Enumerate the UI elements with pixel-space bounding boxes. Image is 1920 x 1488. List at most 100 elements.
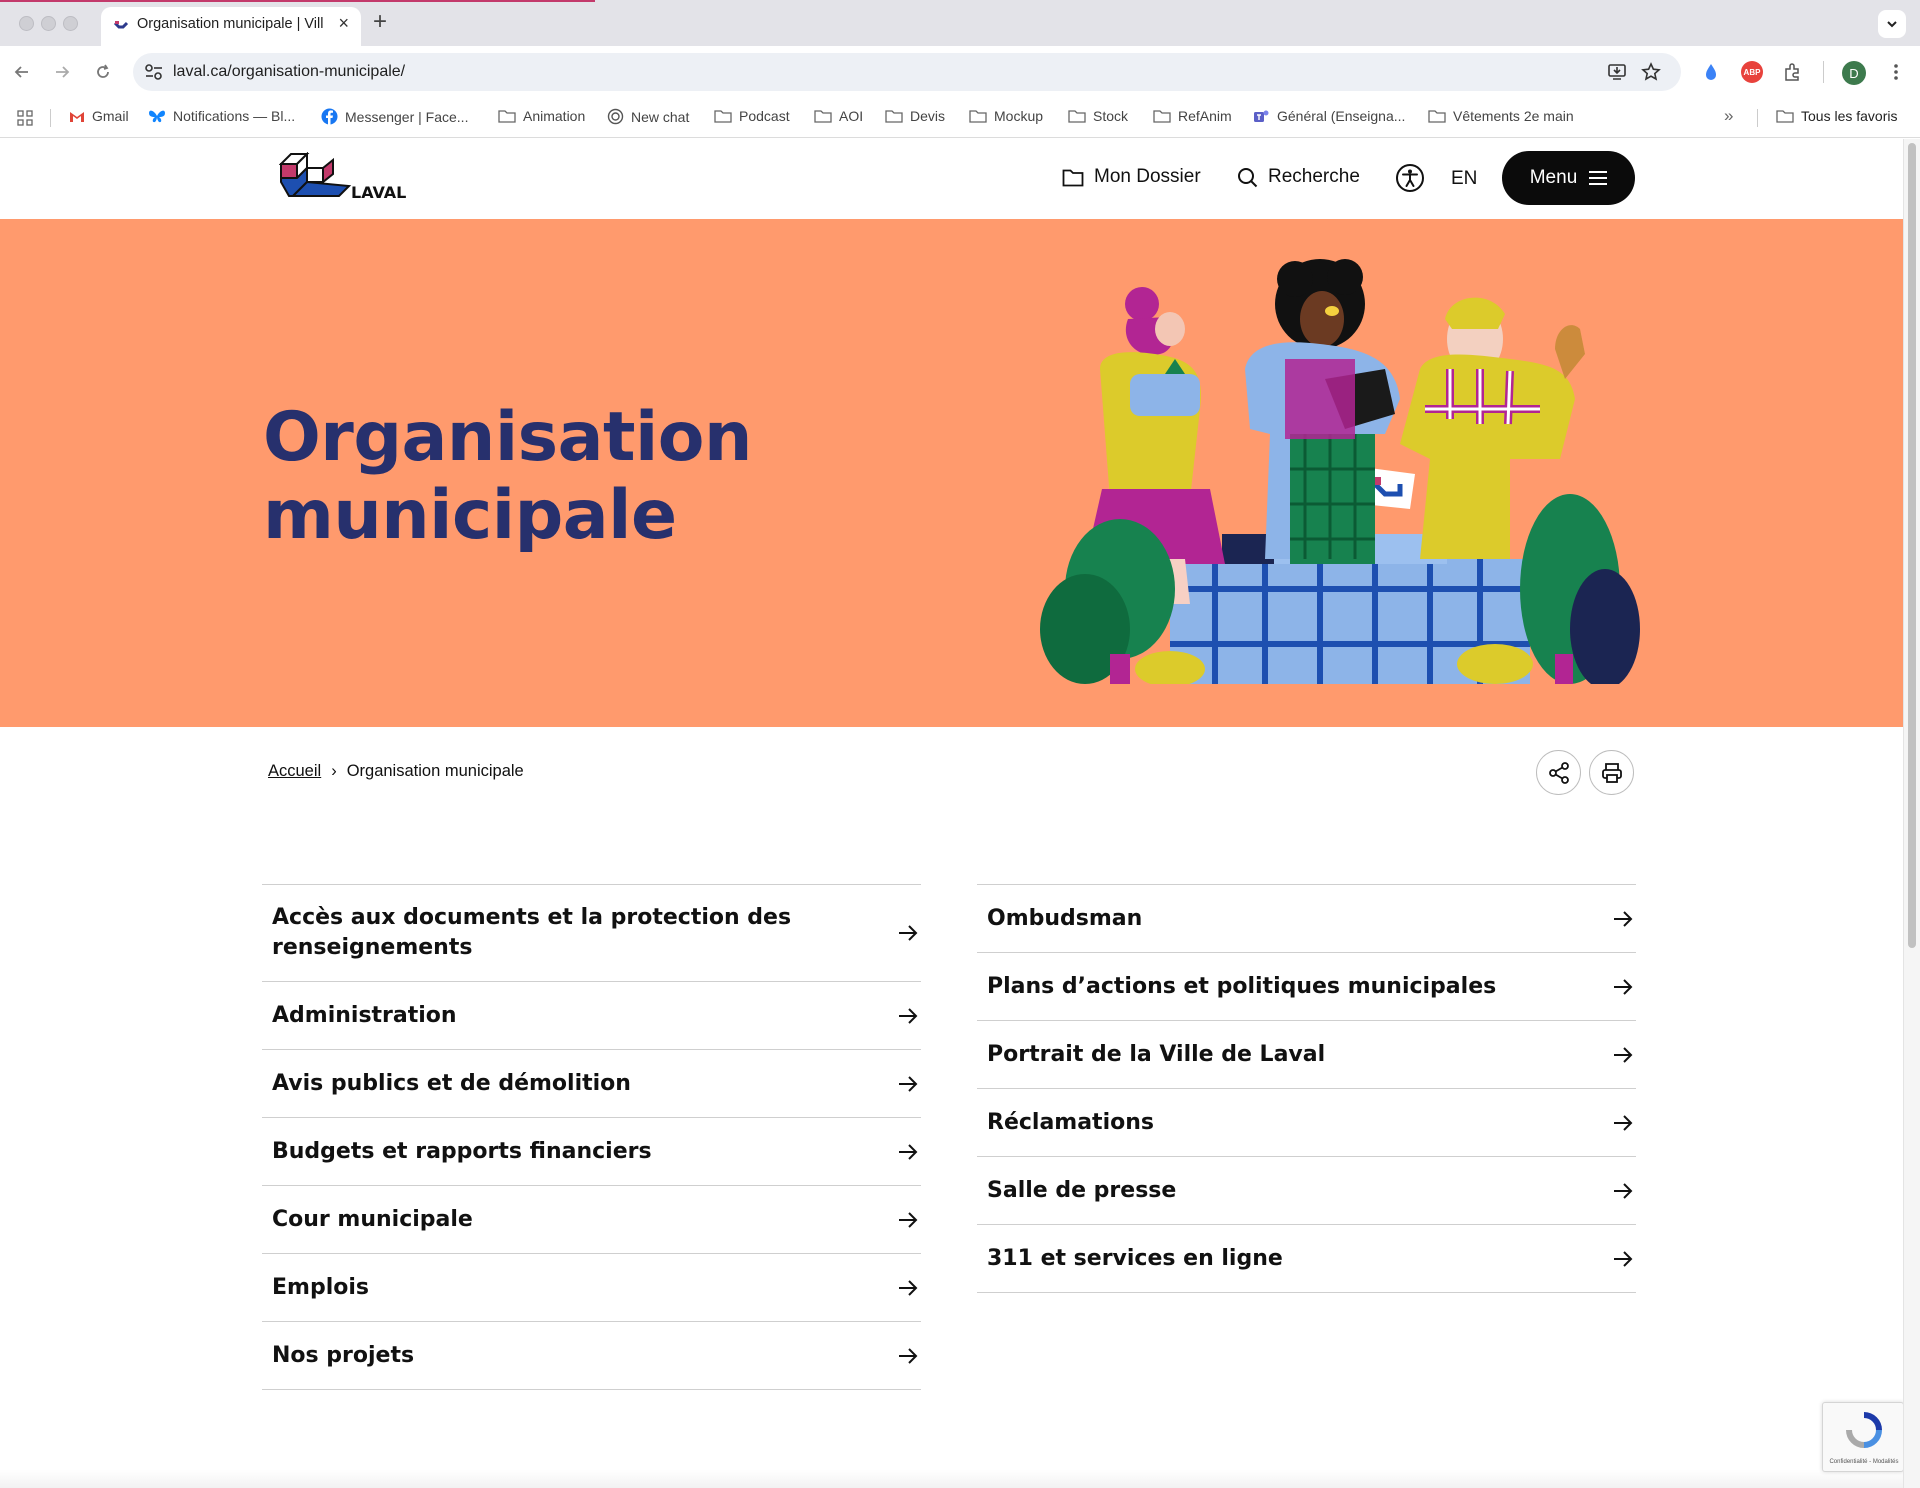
laval-logo[interactable]: LAVAL [279,152,414,207]
links-left-column: Accès aux documents et la protection des… [262,884,921,1390]
bookmark-mockup[interactable]: Mockup [969,108,1043,124]
tab-search-button[interactable] [1878,10,1906,38]
bookmark-animation[interactable]: Animation [498,108,585,124]
arrow-right-icon [899,1347,918,1364]
scrollbar-thumb[interactable] [1908,143,1916,948]
print-button[interactable] [1589,750,1634,795]
window-minimize-button[interactable] [41,16,56,31]
arrow-right-icon [1614,1250,1633,1267]
arrow-right-icon [1614,1046,1633,1063]
link-acces-documents[interactable]: Accès aux documents et la protection des… [262,885,921,982]
recaptcha-icon [1846,1412,1882,1448]
breadcrumb-current: Organisation municipale [346,762,524,780]
address-bar[interactable]: laval.ca/organisation-municipale/ [133,53,1681,91]
folder-icon [969,110,987,123]
link-emplois[interactable]: Emplois [262,1254,921,1322]
link-311-services[interactable]: 311 et services en ligne [977,1225,1636,1293]
links-right-column: Ombudsman Plans d’actions et politiques … [977,884,1636,1293]
bookmark-devis[interactable]: Devis [885,108,945,124]
menu-button[interactable]: Menu [1502,151,1635,205]
folder-icon [1776,110,1794,123]
reload-button[interactable] [91,60,115,84]
accessibility-icon[interactable] [1395,163,1425,193]
folder-icon [1068,110,1086,123]
arrow-left-icon [14,66,28,78]
arrow-right-icon [1614,1182,1633,1199]
bookmark-vetements[interactable]: Vêtements 2e main [1428,108,1574,124]
bookmark-aoi[interactable]: AOI [814,108,863,124]
teams-icon [1254,110,1269,122]
url-text: laval.ca/organisation-municipale/ [173,63,406,80]
recaptcha-text: Confidentialité - Modalités [1829,1459,1899,1465]
share-button[interactable] [1536,750,1581,795]
chevron-down-icon [1887,21,1897,28]
all-bookmarks-button[interactable]: Tous les favoris [1776,108,1897,124]
install-app-icon[interactable] [1607,62,1627,82]
hero-illustration [1040,259,1640,684]
folder-icon [885,110,903,123]
forward-button[interactable] [50,60,74,84]
puzzle-extensions-icon[interactable] [1782,61,1804,83]
link-salle-presse[interactable]: Salle de presse [977,1157,1636,1225]
logo-text: LAVAL [351,183,406,202]
laval-favicon-icon [113,21,129,29]
share-icon [1548,761,1569,784]
recherche-link[interactable]: Recherche [1237,166,1360,188]
printer-icon [1601,762,1622,783]
arrow-right-icon [899,1279,918,1296]
bookmark-messenger[interactable]: Messenger | Face... [321,108,468,125]
hamburger-icon [1589,171,1608,185]
link-avis-publics[interactable]: Avis publics et de démolition [262,1050,921,1118]
more-options-icon[interactable] [1885,61,1907,83]
link-reclamations[interactable]: Réclamations [977,1089,1636,1157]
breadcrumb-home-link[interactable]: Accueil [268,762,321,781]
reload-icon [97,64,109,78]
breadcrumb: Accueil › Organisation municipale [268,762,524,781]
bookmark-general[interactable]: Général (Enseigna... [1253,108,1405,124]
folder-icon [814,110,832,123]
adblock-extension-icon[interactable]: ABP [1741,61,1763,83]
raindrop-extension-icon[interactable] [1700,61,1722,83]
link-ombudsman[interactable]: Ombudsman [977,885,1636,953]
bookmark-notifications[interactable]: Notifications — Bl... [148,108,295,124]
page-bottom-fade [0,1470,1903,1488]
butterfly-icon [149,110,165,122]
tab-close-icon[interactable]: × [338,13,349,34]
hero-banner: Organisation municipale [0,219,1903,727]
arrow-right-icon [899,1143,918,1160]
link-plans-actions[interactable]: Plans d’actions et politiques municipale… [977,953,1636,1021]
loading-bar [0,0,595,2]
site-settings-icon[interactable] [143,62,165,82]
link-budgets[interactable]: Budgets et rapports financiers [262,1118,921,1186]
apps-grid-icon[interactable] [17,110,33,126]
bookmark-gmail[interactable]: Gmail [69,108,129,124]
link-cour-municipale[interactable]: Cour municipale [262,1186,921,1254]
page-title: Organisation municipale [263,398,752,555]
bookmark-stock[interactable]: Stock [1068,108,1128,124]
arrow-right-icon [899,1211,918,1228]
window-zoom-button[interactable] [63,16,78,31]
folder-icon [1062,169,1084,186]
browser-tab-active[interactable]: Organisation municipale | Vill × [101,7,361,46]
bookmarks-overflow-icon[interactable]: » [1724,106,1733,126]
page-scrollbar[interactable] [1903,139,1920,1488]
breadcrumb-separator: › [331,762,337,780]
bookmark-podcast[interactable]: Podcast [714,108,790,124]
bookmark-refanim[interactable]: RefAnim [1153,108,1232,124]
link-nos-projets[interactable]: Nos projets [262,1322,921,1390]
link-portrait-ville[interactable]: Portrait de la Ville de Laval [977,1021,1636,1089]
mon-dossier-link[interactable]: Mon Dossier [1062,166,1201,188]
bookmark-star-icon[interactable] [1641,62,1661,82]
profile-avatar[interactable]: D [1842,61,1866,85]
gmail-icon [70,111,84,122]
language-toggle[interactable]: EN [1451,168,1477,190]
toolbar-divider [1823,61,1824,83]
link-administration[interactable]: Administration [262,982,921,1050]
bookmark-new-chat[interactable]: New chat [607,108,689,125]
window-close-button[interactable] [19,16,34,31]
recaptcha-badge[interactable]: Confidentialité - Modalités [1822,1402,1904,1472]
arrow-right-icon [1614,910,1633,927]
folder-icon [498,110,516,123]
new-tab-icon[interactable]: + [373,8,387,36]
back-button[interactable] [10,60,34,84]
